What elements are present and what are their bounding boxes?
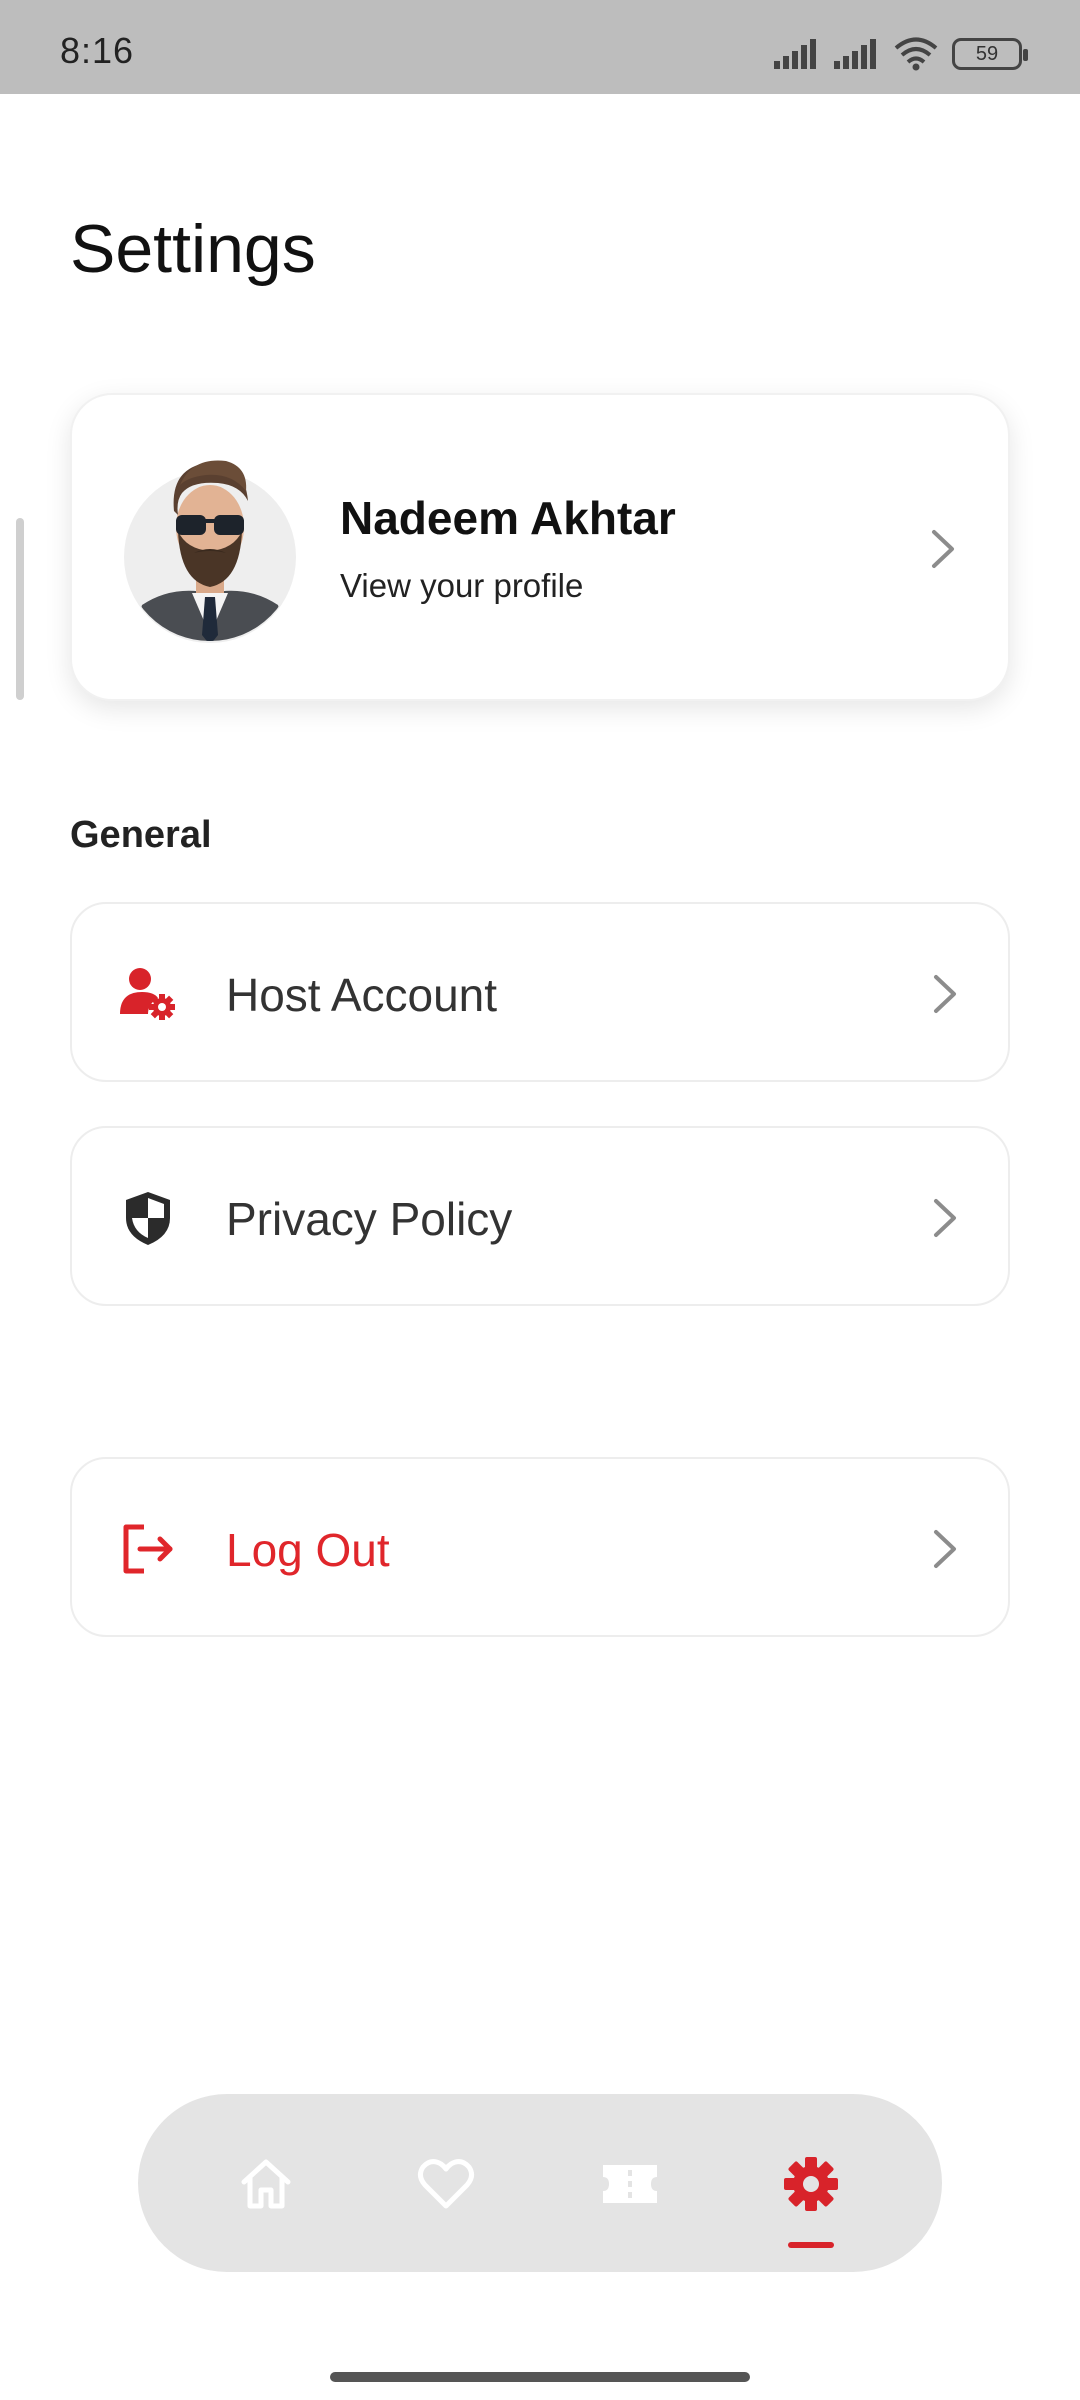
shield-icon [126, 1192, 170, 1245]
logout-icon [123, 1524, 173, 1574]
user-gear-icon [120, 968, 175, 1020]
battery-icon: 59 [952, 38, 1028, 70]
host-account-label: Host Account [226, 969, 498, 1021]
home-icon [241, 2159, 291, 2209]
nav-home[interactable] [226, 2144, 306, 2224]
section-label-general: General [70, 814, 212, 856]
chevron-right-icon [934, 1530, 956, 1568]
bottom-nav [138, 2094, 942, 2272]
signal-icon [774, 39, 816, 69]
nav-favorites[interactable] [406, 2144, 486, 2224]
chevron-right-icon [934, 1199, 956, 1237]
privacy-policy-row[interactable]: Privacy Policy [70, 1126, 1010, 1306]
profile-name: Nadeem Akhtar [340, 492, 676, 544]
logout-label: Log Out [226, 1524, 390, 1576]
status-icons: 59 [774, 34, 1028, 74]
status-bar: 8:16 59 [0, 0, 1080, 94]
profile-card[interactable]: Nadeem Akhtar View your profile [70, 393, 1010, 701]
status-time: 8:16 [60, 30, 135, 71]
chevron-right-icon [934, 975, 956, 1013]
avatar [124, 460, 296, 643]
scroll-indicator[interactable] [16, 518, 24, 700]
host-account-row[interactable]: Host Account [70, 902, 1010, 1082]
profile-subtitle: View your profile [340, 567, 584, 604]
home-indicator[interactable] [330, 2372, 750, 2382]
nav-settings[interactable] [771, 2144, 851, 2224]
chevron-right-icon [932, 530, 954, 568]
signal-icon [834, 39, 876, 69]
privacy-policy-label: Privacy Policy [226, 1193, 513, 1245]
page-title: Settings [70, 211, 316, 287]
battery-level: 59 [975, 42, 999, 65]
nav-active-indicator [788, 2242, 834, 2248]
wifi-icon [894, 37, 938, 71]
heart-icon [417, 2159, 475, 2209]
nav-tickets[interactable] [590, 2144, 670, 2224]
logout-row[interactable]: Log Out [70, 1457, 1010, 1637]
ticket-icon [603, 2165, 657, 2203]
gear-icon [784, 2157, 838, 2211]
